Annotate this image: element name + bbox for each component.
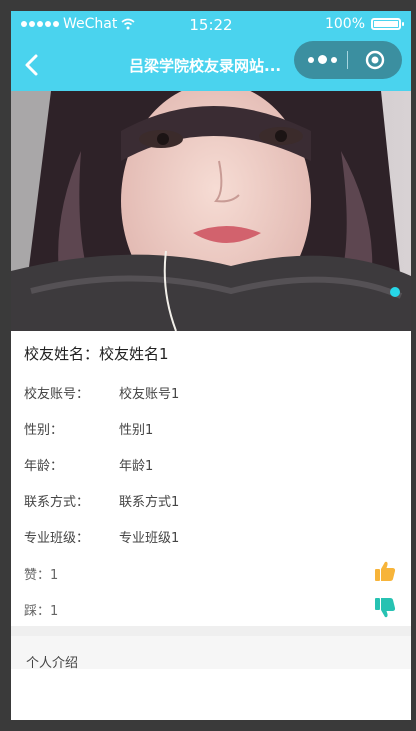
field-label: 年龄： (24, 459, 64, 474)
like-count: 赞：1 (24, 568, 59, 583)
dislike-count: 踩：1 (24, 604, 59, 619)
thumbs-down-icon[interactable] (374, 597, 396, 619)
intro-label: 个人介绍 (26, 656, 79, 671)
battery-icon (371, 18, 404, 30)
name-value: 校友姓名1 (99, 345, 169, 363)
phone-screen: WeChat 15:22 100% 吕梁学院校友录网站... 校友姓名：校友姓名… (11, 11, 411, 720)
field-label: 性别： (24, 423, 64, 438)
thumbs-up-icon[interactable] (374, 560, 396, 582)
page-title: 吕梁学院校友录网站... (129, 57, 282, 75)
field-value: 性别1 (119, 423, 154, 438)
chevron-left-icon[interactable] (19, 51, 47, 79)
profile-photo[interactable] (11, 91, 411, 331)
name-label: 校友姓名： (24, 345, 100, 363)
field-value: 年龄1 (119, 459, 154, 474)
capsule-divider (347, 51, 348, 69)
field-label: 专业班级： (24, 531, 90, 546)
field-value: 联系方式1 (119, 495, 180, 510)
field-label: 校友账号： (24, 387, 90, 402)
battery-percent: 100% (324, 16, 365, 32)
more-dots-icon[interactable] (308, 55, 337, 64)
portrait-image (11, 91, 411, 331)
target-icon[interactable] (365, 50, 385, 70)
field-label: 联系方式： (24, 495, 90, 510)
carousel-indicator-dot[interactable] (390, 287, 400, 297)
field-value: 专业班级1 (119, 531, 180, 546)
intro-section-header: 个人介绍 (11, 636, 411, 671)
status-right: 100% (324, 16, 404, 32)
field-value: 校友账号1 (119, 387, 180, 402)
menu-capsule (294, 41, 402, 79)
alumni-name-row: 校友姓名：校友姓名1 (24, 343, 169, 364)
nav-bar: 吕梁学院校友录网站... (11, 39, 411, 91)
status-bar: WeChat 15:22 100% (11, 11, 411, 39)
section-divider (11, 626, 411, 636)
